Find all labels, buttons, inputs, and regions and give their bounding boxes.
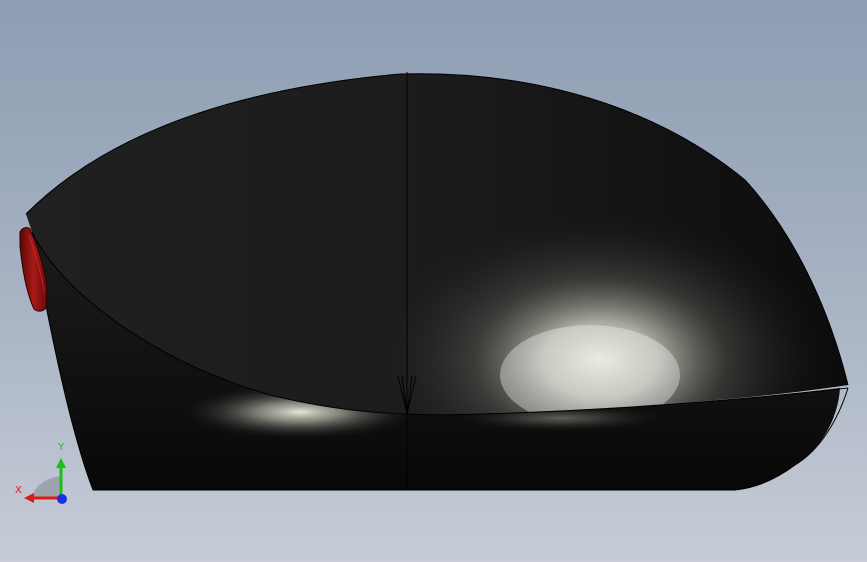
mouse-model-scene[interactable]	[0, 0, 867, 562]
y-axis-label: Y	[58, 442, 65, 453]
orientation-triad: X Y	[12, 440, 76, 510]
3d-viewport[interactable]: X Y	[0, 0, 867, 562]
axis-triad-icon	[24, 458, 67, 504]
x-axis-label: X	[15, 485, 22, 496]
